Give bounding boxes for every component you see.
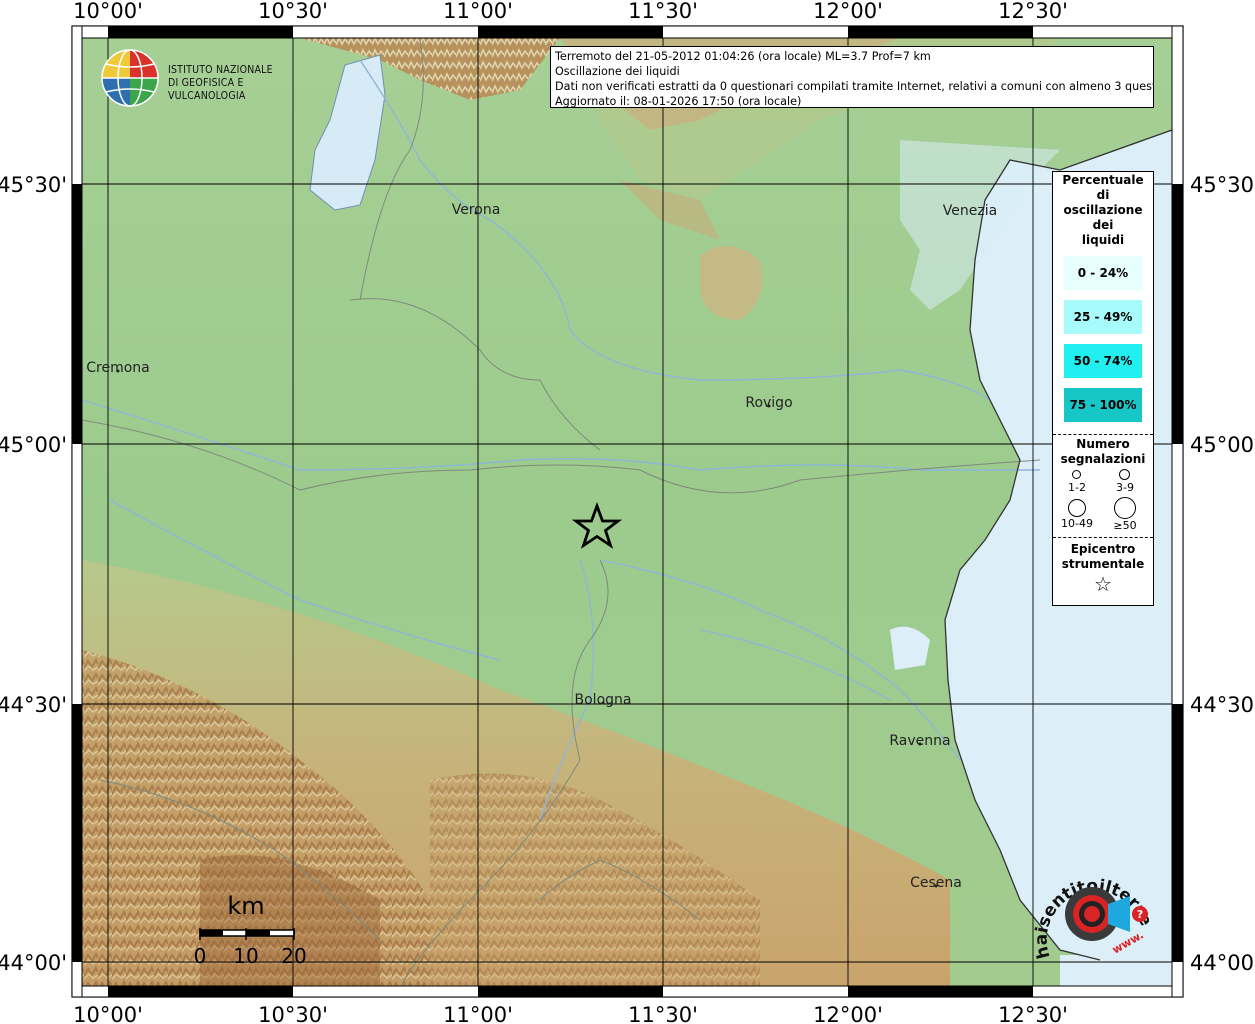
lon-label-top: 11°00' — [443, 0, 513, 23]
scale-unit: km — [227, 892, 264, 920]
legend-divider — [1053, 537, 1153, 538]
legend-range-swatch: 50 - 74% — [1064, 344, 1142, 378]
legend-title-line: dei — [1092, 218, 1114, 232]
circle-large-icon — [1068, 499, 1086, 517]
legend-count-title-line: segnalazioni — [1060, 452, 1146, 466]
event-info-line: Oscillazione dei liquidi — [555, 65, 680, 78]
legend-title-line: oscillazione — [1063, 203, 1143, 217]
city-label-venezia: Venezia — [943, 203, 997, 219]
legend-count-symbols: 1-2 3-9 10-49 ≥50 — [1053, 467, 1153, 532]
lon-label-bottom: 12°30' — [998, 1003, 1068, 1024]
legend-range-swatch: 75 - 100% — [1064, 388, 1142, 422]
lat-label-right: 45°30' — [1190, 173, 1255, 197]
legend-range-swatch: 0 - 24% — [1064, 256, 1142, 290]
legend-count-label: 3-9 — [1116, 481, 1134, 494]
ingv-logo-text: ISTITUTO NAZIONALE DI GEOFISICA E VULCAN… — [168, 64, 310, 103]
circle-xlarge-icon — [1114, 497, 1136, 519]
legend-count-label: 1-2 — [1068, 481, 1086, 494]
axis-labels-bottom: 10°00' 10°30' 11°00' 11°30' 12°00' 12°30… — [73, 1003, 1068, 1024]
scale-bar-graphic: km 0 10 20 — [194, 892, 307, 968]
ingv-logo-line2: DI GEOFISICA E VULCANOLOGIA — [168, 77, 246, 102]
lon-label-top: 12°30' — [998, 0, 1068, 23]
city-label-bologna: Bologna — [575, 692, 632, 708]
legend-count-label: 10-49 — [1061, 517, 1093, 530]
legend-count-label: ≥50 — [1113, 519, 1137, 532]
event-info-line: Terremoto del 21-05-2012 01:04:26 (ora l… — [555, 50, 931, 63]
ingv-logo: ISTITUTO NAZIONALE DI GEOFISICA E VULCAN… — [100, 48, 310, 110]
lon-label-bottom: 11°30' — [628, 1003, 698, 1024]
lon-label-bottom: 11°00' — [443, 1003, 513, 1024]
lon-label-top: 12°00' — [813, 0, 883, 23]
terrain-layer — [82, 38, 1172, 988]
lon-label-top: 11°30' — [628, 0, 698, 23]
lat-label-left: 44°30' — [0, 693, 67, 717]
lon-label-top: 10°30' — [258, 0, 328, 23]
event-info-box: Terremoto del 21-05-2012 01:04:26 (ora l… — [550, 46, 1154, 108]
lat-label-left: 44°00' — [0, 951, 67, 975]
hai-sentito-logo: haisentitoilterremoto.it haisentitoilter… — [1021, 847, 1158, 982]
scale-tick-label: 0 — [194, 944, 207, 968]
legend-title-line: Percentuale — [1062, 173, 1144, 187]
scale-tick-label: 10 — [233, 944, 258, 968]
lon-label-bottom: 12°00' — [813, 1003, 883, 1024]
legend-count-title: Numero segnalazioni — [1053, 437, 1153, 467]
city-label-cesena: Cesena — [910, 875, 962, 891]
legend-epicenter-title: Epicentro strumentale — [1053, 542, 1153, 572]
lat-label-right: 44°00' — [1190, 951, 1255, 975]
legend-range-swatch: 25 - 49% — [1064, 300, 1142, 334]
lon-label-bottom: 10°30' — [258, 1003, 328, 1024]
legend-title-line: di — [1096, 188, 1110, 202]
lat-label-right: 45°00' — [1190, 433, 1255, 457]
lat-label-right: 44°30' — [1190, 693, 1255, 717]
city-label-ravenna: Ravenna — [889, 733, 950, 749]
scale-bar: km 0 10 20 — [190, 890, 320, 970]
legend-epicenter-title-line: Epicentro — [1070, 542, 1136, 556]
event-info-line: Aggiornato il: 08-01-2026 17:50 (ora loc… — [555, 95, 802, 108]
axis-labels-left: 45°30' 45°00' 44°30' 44°00' — [0, 173, 67, 975]
event-info-line: Dati non verificati estratti da 0 questi… — [555, 80, 1154, 93]
city-label-verona: Verona — [452, 202, 501, 218]
legend-epicenter-title-line: strumentale — [1061, 557, 1145, 571]
lat-label-left: 45°30' — [0, 173, 67, 197]
hai-sentito-logo-graphic: haisentitoilterremoto.it haisentitoilter… — [1021, 847, 1156, 961]
axis-labels-right: 45°30' 45°00' 44°30' 44°00' — [1190, 173, 1255, 975]
scale-tick-label: 20 — [281, 944, 306, 968]
ingv-globe-icon — [101, 49, 159, 107]
legend-divider — [1053, 434, 1153, 435]
city-label-rovigo: Rovigo — [745, 395, 792, 411]
legend-title: Percentuale di oscillazione dei liquidi — [1053, 173, 1153, 248]
legend-title-line: liquidi — [1081, 233, 1125, 247]
legend-star-icon: ☆ — [1094, 572, 1112, 596]
lat-label-left: 45°00' — [0, 433, 67, 457]
legend-count-title-line: Numero — [1076, 437, 1130, 451]
circle-medium-icon — [1119, 469, 1130, 480]
legend: Percentuale di oscillazione dei liquidi … — [1052, 171, 1154, 606]
circle-small-icon — [1072, 470, 1081, 479]
ingv-logo-line1: ISTITUTO NAZIONALE — [168, 64, 273, 76]
city-label-cremona: Cremona — [86, 360, 150, 376]
svg-text:?: ? — [1137, 908, 1143, 921]
lon-label-top: 10°00' — [73, 0, 143, 23]
logo-www-text: www. — [1110, 928, 1146, 956]
lon-label-bottom: 10°00' — [73, 1003, 143, 1024]
axis-labels-top: 10°00' 10°30' 11°00' 11°30' 12°00' 12°30… — [73, 0, 1068, 23]
